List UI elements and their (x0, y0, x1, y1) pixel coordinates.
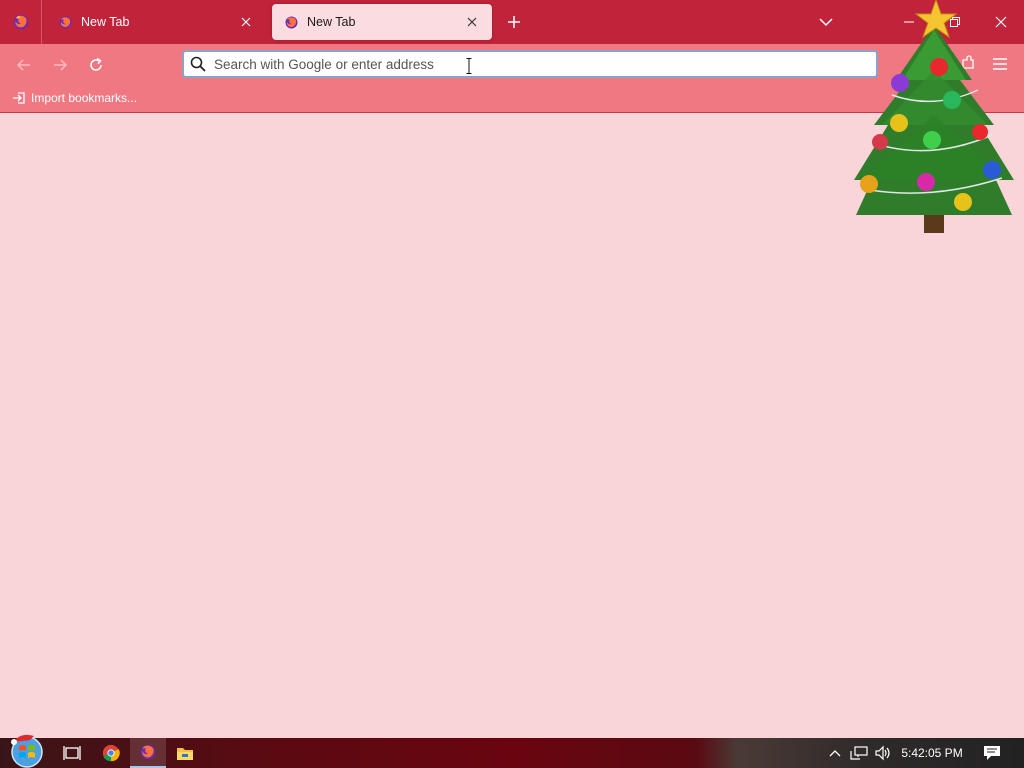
close-icon (467, 17, 477, 27)
arrow-left-icon (16, 59, 30, 71)
taskbar-chrome[interactable] (93, 738, 129, 768)
forward-button[interactable] (47, 52, 73, 78)
import-bookmarks-button[interactable]: Import bookmarks... (12, 91, 137, 105)
import-bookmarks-label: Import bookmarks... (31, 91, 138, 105)
file-explorer-icon (177, 748, 193, 760)
import-icon (13, 92, 25, 104)
taskbar-file-explorer[interactable] (167, 738, 203, 768)
chevron-up-icon (829, 750, 841, 757)
taskbar: 5:42:05 PM (0, 734, 1024, 768)
list-all-tabs-button[interactable] (815, 11, 837, 33)
url-bar[interactable] (182, 50, 878, 78)
firefox-icon (140, 744, 156, 760)
url-input[interactable] (214, 53, 876, 75)
network-button[interactable] (848, 738, 870, 768)
close-icon (241, 17, 251, 27)
action-center-button[interactable] (978, 738, 1006, 768)
tab-close-button[interactable] (462, 12, 482, 32)
tab-label: New Tab (81, 15, 130, 29)
back-button[interactable] (11, 52, 37, 78)
volume-button[interactable] (872, 738, 894, 768)
new-tab-button[interactable] (503, 11, 525, 33)
firefox-icon (13, 14, 28, 30)
reload-icon (90, 57, 102, 71)
network-icon (850, 746, 868, 760)
windows-orb-icon (11, 734, 43, 768)
show-hidden-icons-button[interactable] (824, 738, 846, 768)
tab-label: New Tab (307, 15, 356, 29)
notification-icon (984, 746, 1000, 760)
firefox-icon (285, 16, 298, 28)
chrome-icon (102, 744, 120, 762)
text-cursor-icon (466, 58, 472, 74)
tab-close-button[interactable] (236, 12, 256, 32)
task-view-button[interactable] (54, 738, 90, 768)
chevron-down-icon (819, 18, 833, 27)
screen: New Tab New Tab Search with Google or en… (0, 0, 1024, 768)
taskbar-firefox[interactable] (130, 738, 166, 768)
speaker-icon (875, 745, 890, 761)
reload-button[interactable] (83, 52, 109, 78)
search-icon (190, 56, 206, 72)
firefox-view-button[interactable] (0, 0, 42, 44)
tab-active[interactable]: New Tab (272, 4, 492, 40)
firefox-icon (59, 16, 72, 28)
task-view-icon (63, 746, 81, 760)
plus-icon (508, 16, 520, 28)
taskbar-clock[interactable]: 5:42:05 PM (898, 738, 966, 768)
start-button[interactable] (8, 732, 46, 768)
tab-inactive[interactable]: New Tab (46, 4, 266, 40)
christmas-tree-image (854, 0, 1014, 233)
arrow-right-icon (54, 59, 68, 71)
